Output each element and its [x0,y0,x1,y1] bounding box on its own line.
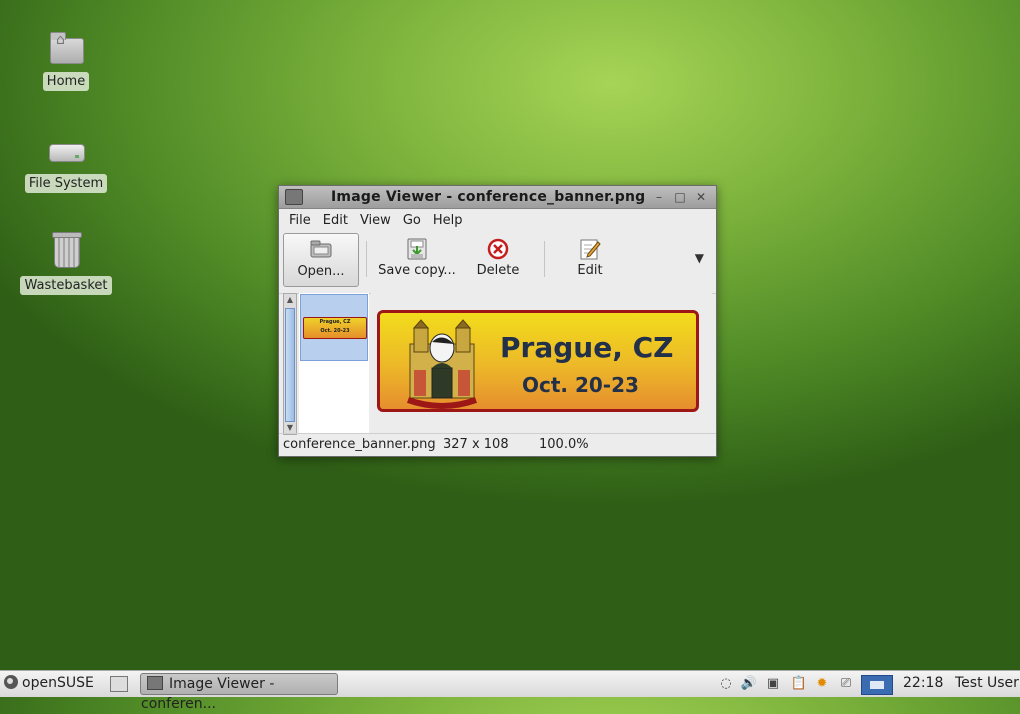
menu-go[interactable]: Go [397,213,427,228]
user-name[interactable]: Test User [955,675,1019,691]
desktop-icon-label: Wastebasket [20,276,112,295]
save-copy-button[interactable]: Save copy... [375,233,459,285]
toolbar-separator [544,241,545,277]
image-viewer-app-icon [147,676,163,690]
edit-pencil-icon [555,237,625,263]
delete-icon [463,237,533,263]
home-folder-icon: ⌂ [46,28,86,68]
scroll-thumb[interactable] [285,308,295,422]
folder-open-icon [284,238,358,264]
prague-crest-emblem [407,319,477,409]
menu-edit[interactable]: Edit [317,213,354,228]
start-menu-button[interactable]: openSUSE [4,675,94,691]
window-titlebar[interactable]: Image Viewer - conference_banner.png – □… [279,186,716,209]
network-tray-icon[interactable]: ◌ [717,675,735,693]
menu-view[interactable]: View [354,213,397,228]
save-icon [375,237,459,263]
window-title: Image Viewer - conference_banner.png [331,189,646,205]
maximize-icon[interactable]: □ [672,189,688,205]
scroll-up-icon[interactable]: ▲ [284,294,296,306]
banner-dates: Oct. 20-23 [522,373,639,397]
open-button[interactable]: Open... [283,233,359,287]
app-icon[interactable] [285,189,303,205]
desktop-icon-label: Home [42,72,90,91]
thumbnail-scrollbar[interactable]: ▲ ▼ [283,293,297,435]
menu-file[interactable]: File [283,213,317,228]
minimize-icon[interactable]: – [651,189,667,205]
network-monitor-icon[interactable]: ▣ [764,675,782,693]
image-viewer-window: Image Viewer - conference_banner.png – □… [278,185,717,457]
desktop-icon-wastebasket[interactable]: Wastebasket [16,232,116,295]
devices-icon[interactable]: ⎚ [837,675,855,693]
menu-help[interactable]: Help [427,213,469,228]
status-dimensions: 327 x 108 [443,437,509,452]
trash-icon [46,232,86,272]
taskbar: openSUSE Image Viewer - conferen... ◌ 🔊 … [0,670,1020,712]
clock[interactable]: 22:18 [903,675,943,691]
statusbar: conference_banner.png 327 x 108 100.0% [279,433,716,456]
delete-button[interactable]: Delete [463,233,533,285]
clipboard-icon[interactable]: 📋 [790,675,808,693]
close-icon[interactable]: ✕ [693,189,709,205]
banner-title: Prague, CZ [500,331,674,364]
thumbnail-item-selected[interactable]: Prague, CZ Oct. 20-23 [300,294,368,361]
desktop-icon-home[interactable]: ⌂ Home [16,28,116,91]
status-zoom: 100.0% [539,437,589,452]
thumbnail-pane: Prague, CZ Oct. 20-23 [299,293,369,433]
toolbar-separator [366,241,367,277]
displayed-image: Prague, CZ Oct. 20-23 [377,310,699,412]
menubar: File Edit View Go Help [279,209,716,231]
updater-icon[interactable]: ✹ [813,675,831,693]
image-view-area[interactable]: Prague, CZ Oct. 20-23 [371,293,712,433]
volume-icon[interactable]: 🔊 [740,675,758,693]
thumbnail-image: Prague, CZ Oct. 20-23 [303,317,367,339]
opensuse-logo-icon [4,675,18,689]
status-filename: conference_banner.png [283,437,436,452]
viewer-content: ▲ ▼ Prague, CZ Oct. 20-23 Prague, CZ Oct… [283,293,712,435]
toolbar: Open... Save copy... Delete Edit ▼ [279,231,716,294]
show-desktop-icon[interactable] [110,676,128,692]
drive-icon [46,130,86,170]
desktop-icon-label: File System [24,174,108,193]
chevron-down-icon[interactable]: ▼ [695,251,704,265]
taskbar-window-button[interactable]: Image Viewer - conferen... [140,673,338,712]
edit-button[interactable]: Edit [555,233,625,285]
workspace-switcher[interactable] [861,675,893,695]
desktop-icon-file-system[interactable]: File System [16,130,116,193]
